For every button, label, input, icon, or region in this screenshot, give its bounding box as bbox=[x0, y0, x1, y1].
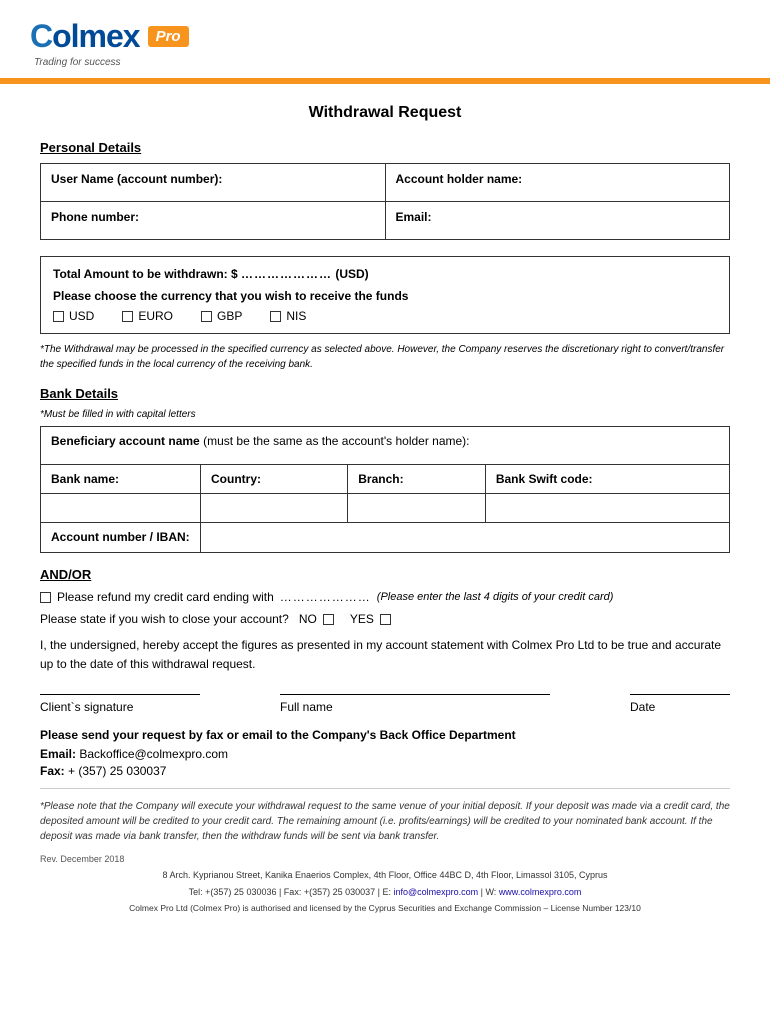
address-line: 8 Arch. Kyprianou Street, Kanika Enaerio… bbox=[40, 868, 730, 882]
usd-checkbox[interactable] bbox=[53, 311, 64, 322]
colmex-logo: Colmex bbox=[30, 18, 140, 55]
bank-name-label: Bank name: bbox=[41, 465, 201, 494]
date-label: Date bbox=[630, 700, 655, 714]
date-line bbox=[630, 694, 730, 695]
iban-value bbox=[201, 523, 730, 553]
no-label: NO bbox=[299, 612, 317, 626]
signature-area: Client`s signature Full name Date bbox=[40, 694, 730, 714]
table-row: Beneficiary account name (must be the sa… bbox=[41, 427, 730, 465]
personal-details-table: User Name (account number): Account hold… bbox=[40, 163, 730, 240]
bank-details-title: Bank Details bbox=[40, 386, 730, 401]
page-title: Withdrawal Request bbox=[40, 104, 730, 122]
table-row: Bank name: Country: Branch: Bank Swift c… bbox=[41, 465, 730, 494]
currency-usd: USD bbox=[53, 309, 94, 323]
nis-label: NIS bbox=[286, 309, 306, 323]
pro-badge: Pro bbox=[148, 26, 189, 47]
full-name-block: Full name bbox=[280, 694, 550, 714]
currency-gbp: GBP bbox=[201, 309, 242, 323]
credit-card-dots: ………………… bbox=[280, 590, 371, 604]
logo-text: Colmex Pro bbox=[30, 18, 189, 55]
amount-usd: (USD) bbox=[335, 267, 368, 281]
andor-title: AND/OR bbox=[40, 567, 730, 582]
gbp-label: GBP bbox=[217, 309, 242, 323]
email-value: Backoffice@colmexpro.com bbox=[79, 747, 228, 761]
email-label: Email: bbox=[385, 202, 730, 240]
client-sig-label: Client`s signature bbox=[40, 700, 133, 714]
swift-value bbox=[485, 494, 729, 523]
client-signature-block: Client`s signature bbox=[40, 694, 200, 714]
fax-detail: Fax: + (357) 25 030037 bbox=[40, 764, 730, 778]
account-holder-label: Account holder name: bbox=[385, 164, 730, 202]
bank-name-value bbox=[41, 494, 201, 523]
branch-value bbox=[348, 494, 486, 523]
country-value bbox=[201, 494, 348, 523]
personal-details-title: Personal Details bbox=[40, 140, 730, 155]
country-label: Country: bbox=[201, 465, 348, 494]
email-link[interactable]: info@colmexpro.com bbox=[393, 887, 478, 897]
send-bold-line: Please send your request by fax or email… bbox=[40, 728, 730, 742]
bottom-divider bbox=[40, 788, 730, 789]
nis-checkbox[interactable] bbox=[270, 311, 281, 322]
amount-label: Total Amount to be withdrawn: $ bbox=[53, 267, 238, 281]
must-capital-note: *Must be filled in with capital letters bbox=[40, 409, 730, 420]
disclaimer-text: *The Withdrawal may be processed in the … bbox=[40, 342, 730, 372]
table-row: Account number / IBAN: bbox=[41, 523, 730, 553]
contact-line: Tel: +(357) 25 030036 | Fax: +(357) 25 0… bbox=[40, 885, 730, 899]
contact-text-2: | W: bbox=[478, 887, 499, 897]
currency-euro: EURO bbox=[122, 309, 173, 323]
header: Colmex Pro Trading for success bbox=[0, 0, 770, 68]
iban-label: Account number / IBAN: bbox=[41, 523, 201, 553]
logo-tagline: Trading for success bbox=[34, 57, 121, 68]
table-row: User Name (account number): Account hold… bbox=[41, 164, 730, 202]
date-block: Date bbox=[630, 694, 730, 714]
gbp-checkbox[interactable] bbox=[201, 311, 212, 322]
statement-text: I, the undersigned, hereby accept the fi… bbox=[40, 636, 730, 674]
logo-container: Colmex Pro Trading for success bbox=[30, 18, 189, 68]
yes-label: YES bbox=[350, 612, 374, 626]
currency-nis: NIS bbox=[270, 309, 306, 323]
euro-label: EURO bbox=[138, 309, 173, 323]
credit-card-prefix: Please refund my credit card ending with bbox=[57, 590, 274, 604]
amount-dots: ………………… bbox=[241, 267, 332, 281]
credit-card-line: Please refund my credit card ending with… bbox=[40, 590, 730, 604]
yes-checkbox[interactable] bbox=[380, 614, 391, 625]
username-label: User Name (account number): bbox=[41, 164, 386, 202]
footnote: *Please note that the Company will execu… bbox=[40, 799, 730, 844]
amount-line: Total Amount to be withdrawn: $ ………………… … bbox=[53, 267, 717, 281]
usd-label: USD bbox=[69, 309, 94, 323]
website-link[interactable]: www.colmexpro.com bbox=[499, 887, 582, 897]
credit-card-note: (Please enter the last 4 digits of your … bbox=[377, 591, 614, 603]
beneficiary-bold: Beneficiary account name bbox=[51, 434, 200, 448]
table-row: Phone number: Email: bbox=[41, 202, 730, 240]
currency-label: Please choose the currency that you wish… bbox=[53, 289, 717, 303]
no-checkbox[interactable] bbox=[323, 614, 334, 625]
main-content: Withdrawal Request Personal Details User… bbox=[0, 84, 770, 933]
email-label: Email: bbox=[40, 747, 76, 761]
swift-label: Bank Swift code: bbox=[485, 465, 729, 494]
beneficiary-note: (must be the same as the account's holde… bbox=[203, 434, 469, 448]
client-sig-line bbox=[40, 694, 200, 695]
currency-options: USD EURO GBP NIS bbox=[53, 309, 717, 323]
rev-date: Rev. December 2018 bbox=[40, 854, 730, 864]
full-name-label: Full name bbox=[280, 700, 333, 714]
bank-details-table: Beneficiary account name (must be the sa… bbox=[40, 426, 730, 553]
amount-box: Total Amount to be withdrawn: $ ………………… … bbox=[40, 256, 730, 334]
table-row bbox=[41, 494, 730, 523]
branch-label: Branch: bbox=[348, 465, 486, 494]
beneficiary-cell: Beneficiary account name (must be the sa… bbox=[41, 427, 730, 465]
contact-text: Tel: +(357) 25 030036 | Fax: +(357) 25 0… bbox=[189, 887, 394, 897]
fax-value: + (357) 25 030037 bbox=[68, 764, 166, 778]
close-account-line: Please state if you wish to close your a… bbox=[40, 612, 730, 626]
euro-checkbox[interactable] bbox=[122, 311, 133, 322]
phone-label: Phone number: bbox=[41, 202, 386, 240]
credit-card-checkbox[interactable] bbox=[40, 592, 51, 603]
close-account-label: Please state if you wish to close your a… bbox=[40, 612, 289, 626]
send-info: Please send your request by fax or email… bbox=[40, 728, 730, 778]
full-name-line bbox=[280, 694, 550, 695]
fax-label: Fax: bbox=[40, 764, 65, 778]
email-detail: Email: Backoffice@colmexpro.com bbox=[40, 747, 730, 761]
regulatory-line: Colmex Pro Ltd (Colmex Pro) is authorise… bbox=[40, 903, 730, 913]
